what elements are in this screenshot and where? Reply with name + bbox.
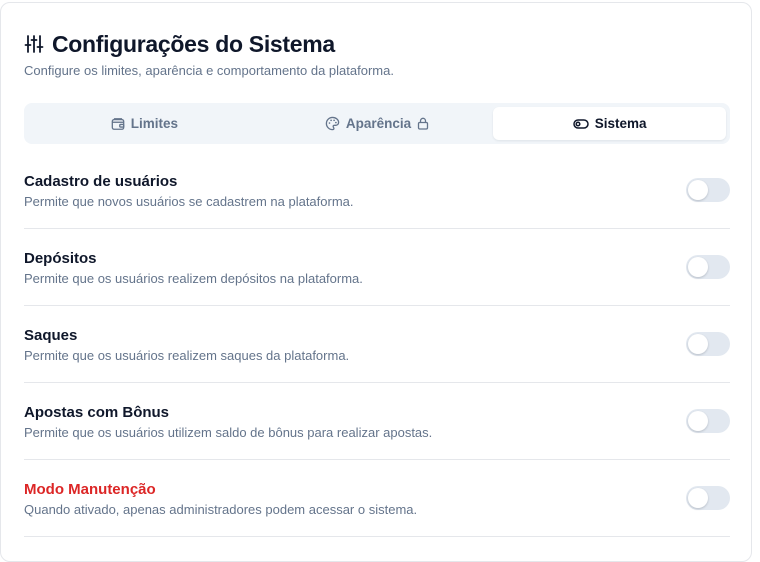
title-row: Configurações do Sistema — [24, 30, 731, 58]
tab-list: Limites Aparência Sistema — [24, 103, 730, 144]
setting-description: Permite que novos usuários se cadastrem … — [24, 194, 354, 209]
cadastro-toggle[interactable] — [686, 178, 730, 202]
setting-row-depositos: Depósitos Permite que os usuários realiz… — [24, 229, 730, 306]
setting-description: Quando ativado, apenas administradores p… — [24, 502, 418, 517]
depositos-toggle[interactable] — [686, 255, 730, 279]
setting-description: Permite que os usuários utilizem saldo d… — [24, 425, 433, 440]
toggle-knob — [688, 180, 708, 200]
toggle-icon — [573, 118, 589, 130]
setting-label: Cadastro de usuários — [24, 173, 178, 190]
manutencao-toggle[interactable] — [686, 486, 730, 510]
setting-row-saques: Saques Permite que os usuários realizem … — [24, 306, 730, 383]
apostas-bonus-toggle[interactable] — [686, 409, 730, 433]
tab-limites[interactable]: Limites — [28, 107, 261, 140]
lock-icon — [417, 117, 429, 130]
page-subtitle: Configure os limites, aparência e compor… — [24, 63, 394, 78]
setting-label: Apostas com Bônus — [24, 404, 170, 421]
tab-aparencia[interactable]: Aparência — [261, 107, 494, 140]
setting-description: Permite que os usuários realizem saques … — [24, 348, 350, 363]
tab-aparencia-label: Aparência — [345, 116, 412, 131]
page-title: Configurações do Sistema — [52, 30, 335, 57]
toggle-knob — [688, 488, 708, 508]
setting-label-danger: Modo Manutenção — [24, 481, 156, 498]
setting-description: Permite que os usuários realizem depósit… — [24, 271, 363, 286]
setting-row-apostas-bonus: Apostas com Bônus Permite que os usuário… — [24, 383, 730, 460]
page-header: Configurações do Sistema Configure os li… — [24, 30, 731, 79]
wallet-icon — [111, 117, 125, 131]
tab-sistema-label: Sistema — [594, 116, 647, 131]
setting-label: Saques — [24, 327, 78, 344]
toggle-knob — [688, 334, 708, 354]
setting-row-manutencao: Modo Manutenção Quando ativado, apenas a… — [24, 460, 730, 537]
tab-sistema[interactable]: Sistema — [493, 107, 727, 140]
sliders-icon — [24, 34, 44, 54]
toggle-knob — [688, 411, 708, 431]
setting-label: Depósitos — [24, 250, 97, 267]
setting-row-cadastro: Cadastro de usuários Permite que novos u… — [24, 152, 730, 229]
settings-card: Configurações do Sistema Configure os li… — [0, 2, 752, 562]
saques-toggle[interactable] — [686, 332, 730, 356]
settings-list: Cadastro de usuários Permite que novos u… — [24, 152, 730, 537]
toggle-knob — [688, 257, 708, 277]
palette-icon — [325, 116, 340, 131]
tab-limites-label: Limites — [130, 116, 178, 131]
